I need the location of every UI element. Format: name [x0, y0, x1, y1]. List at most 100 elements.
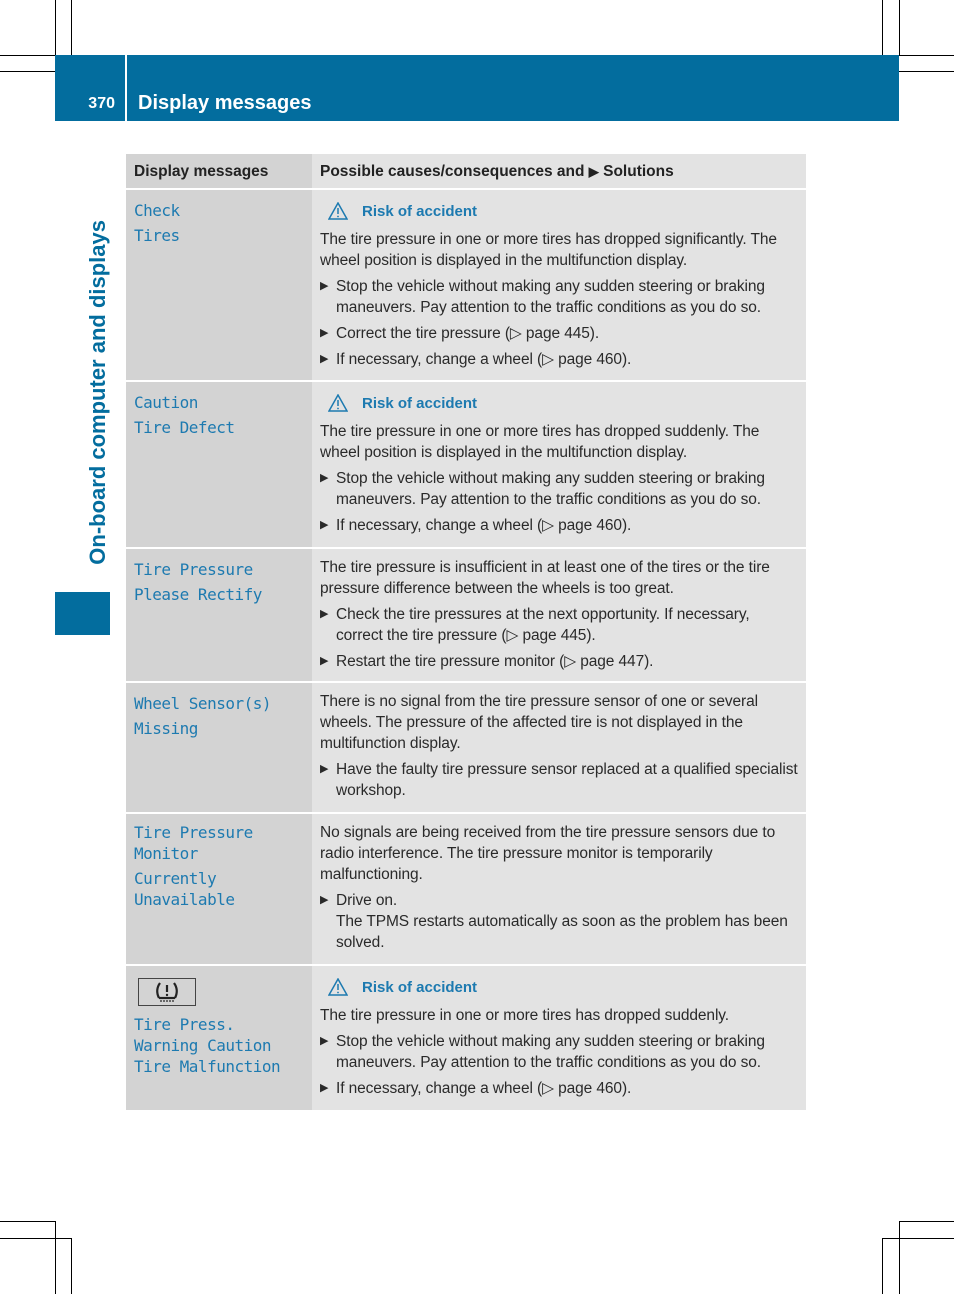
- display-message: Tire Pressure Monitor Currently Unavaila…: [126, 814, 312, 964]
- risk-warning: Risk of accident: [328, 393, 798, 413]
- header-divider: [125, 55, 127, 121]
- message-line: Tire Pressure: [134, 823, 253, 842]
- solution-note: The TPMS restarts automatically as soon …: [336, 913, 788, 951]
- message-line: Unavailable: [134, 890, 235, 909]
- bullet-arrow-icon: ▶: [320, 655, 329, 667]
- table-row: Wheel Sensor(s) Missing There is no sign…: [126, 683, 806, 814]
- crop-mark: [0, 1238, 71, 1239]
- message-line: Tire Pressure: [134, 560, 253, 579]
- column-header-causes-solutions: Possible causes/consequences and ▶ Solut…: [312, 154, 806, 188]
- causes-solutions-cell: Risk of accident The tire pressure in on…: [312, 190, 806, 380]
- risk-label: Risk of accident: [362, 978, 478, 996]
- crop-mark: [0, 71, 55, 72]
- crop-mark: [55, 1221, 56, 1294]
- solution-step: ▶ Stop the vehicle without making any sud…: [320, 1033, 765, 1071]
- bullet-arrow-icon: ▶: [320, 894, 329, 906]
- solution-step: ▶ Stop the vehicle without making any sud…: [320, 278, 765, 316]
- bullet-arrow-icon: ▶: [320, 280, 329, 292]
- crop-mark: [71, 1238, 72, 1294]
- warning-triangle-icon: [328, 202, 348, 220]
- solution-step: ▶ Restart the tire pressure monitor (▷ pa…: [320, 653, 654, 670]
- page-title: Display messages: [138, 92, 312, 114]
- crop-mark: [899, 71, 954, 72]
- cause-paragraph: There is no signal from the tire pressur…: [320, 693, 758, 752]
- solution-step: ▶ Stop the vehicle without making any sud…: [320, 470, 765, 508]
- solution-step: ▶ If necessary, change a wheel (▷ page 46…: [320, 1080, 632, 1097]
- risk-warning: Risk of accident: [328, 977, 798, 997]
- section-tab-marker: [55, 592, 110, 635]
- crop-mark: [882, 0, 883, 55]
- table-row: Check Tires Risk of accident The tire pr…: [126, 190, 806, 382]
- table-row: Tire Pressure Monitor Currently Unavaila…: [126, 814, 806, 966]
- solution-step: ▶ If necessary, change a wheel (▷ page 46…: [320, 517, 632, 534]
- cause-paragraph: The tire pressure in one or more tires h…: [320, 1007, 729, 1024]
- column-header-suffix: Solutions: [603, 163, 674, 180]
- column-header-prefix: Possible causes/consequences and: [320, 163, 585, 180]
- solution-step: ▶ If necessary, change a wheel (▷ page 46…: [320, 351, 632, 368]
- warning-triangle-icon: [328, 394, 348, 412]
- section-side-label: On-board computer and displays: [85, 220, 110, 565]
- crop-mark: [882, 1238, 883, 1294]
- message-line: Warning Caution: [134, 1036, 272, 1055]
- tire-pressure-warning-icon: [138, 978, 196, 1006]
- cause-paragraph: The tire pressure in one or more tires h…: [320, 423, 760, 461]
- display-message: Caution Tire Defect: [126, 382, 312, 547]
- crop-mark: [0, 1221, 55, 1222]
- display-message: Check Tires: [126, 190, 312, 380]
- solution-step: ▶ Check the tire pressures at the next op…: [320, 606, 750, 644]
- causes-solutions-cell: No signals are being received from the t…: [312, 814, 806, 964]
- crop-mark: [899, 1221, 900, 1294]
- crop-mark: [899, 0, 900, 55]
- bullet-arrow-icon: ▶: [320, 763, 329, 775]
- risk-warning: Risk of accident: [328, 201, 798, 221]
- bullet-arrow-icon: ▶: [320, 472, 329, 484]
- message-line: Wheel Sensor(s): [134, 694, 272, 713]
- message-line: Currently: [134, 869, 217, 888]
- bullet-arrow-icon: ▶: [320, 519, 329, 531]
- crop-mark: [899, 55, 954, 56]
- solution-step: ▶ Correct the tire pressure (▷ page 445).: [320, 325, 600, 342]
- causes-solutions-cell: Risk of accident The tire pressure in on…: [312, 382, 806, 547]
- message-line: Monitor: [134, 844, 198, 863]
- crop-mark: [882, 1238, 954, 1239]
- message-line: Tire Malfunction: [134, 1057, 281, 1076]
- table-header-row: Display messages Possible causes/consequ…: [126, 154, 806, 190]
- bullet-arrow-icon: ▶: [320, 608, 329, 620]
- crop-mark: [0, 55, 55, 56]
- message-line: Please Rectify: [134, 585, 262, 604]
- display-message: Wheel Sensor(s) Missing: [126, 683, 312, 812]
- cause-paragraph: The tire pressure is insufficient in at …: [320, 559, 770, 597]
- bullet-arrow-icon: ▶: [320, 353, 329, 365]
- crop-mark: [899, 1221, 954, 1222]
- warning-triangle-icon: [328, 978, 348, 996]
- message-line: Check: [134, 201, 180, 220]
- display-message: Tire Pressure Please Rectify: [126, 549, 312, 681]
- bullet-arrow-icon: ▶: [320, 1035, 329, 1047]
- message-line: Caution: [134, 393, 198, 412]
- display-messages-table: Display messages Possible causes/consequ…: [126, 154, 806, 1110]
- message-line: Missing: [134, 719, 198, 738]
- causes-solutions-cell: The tire pressure is insufficient in at …: [312, 549, 806, 681]
- cause-paragraph: No signals are being received from the t…: [320, 824, 776, 883]
- table-row: Tire Press. Warning Caution Tire Malfunc…: [126, 966, 806, 1110]
- crop-mark: [71, 0, 72, 55]
- causes-solutions-cell: Risk of accident The tire pressure in on…: [312, 966, 806, 1110]
- column-header-display-messages: Display messages: [126, 154, 312, 188]
- solution-step: ▶ Drive on. The TPMS restarts automaticall…: [320, 890, 798, 953]
- solution-step: ▶ Have the faulty tire pressure sensor re…: [320, 761, 798, 799]
- risk-label: Risk of accident: [362, 394, 478, 412]
- message-line: Tire Press.: [134, 1015, 235, 1034]
- table-row: Tire Pressure Please Rectify The tire pr…: [126, 549, 806, 683]
- crop-mark: [55, 0, 56, 55]
- page-number: 370: [88, 95, 115, 112]
- table-row: Caution Tire Defect Risk of accident The…: [126, 382, 806, 549]
- cause-paragraph: The tire pressure in one or more tires h…: [320, 231, 777, 269]
- risk-label: Risk of accident: [362, 202, 478, 220]
- causes-solutions-cell: There is no signal from the tire pressur…: [312, 683, 806, 812]
- bullet-arrow-icon: ▶: [320, 1082, 329, 1094]
- message-line: Tire Defect: [134, 418, 235, 437]
- message-line: Tires: [134, 226, 180, 245]
- bullet-arrow-icon: ▶: [320, 327, 329, 339]
- solution-arrow-icon: ▶: [588, 164, 599, 179]
- display-message: Tire Press. Warning Caution Tire Malfunc…: [126, 966, 312, 1110]
